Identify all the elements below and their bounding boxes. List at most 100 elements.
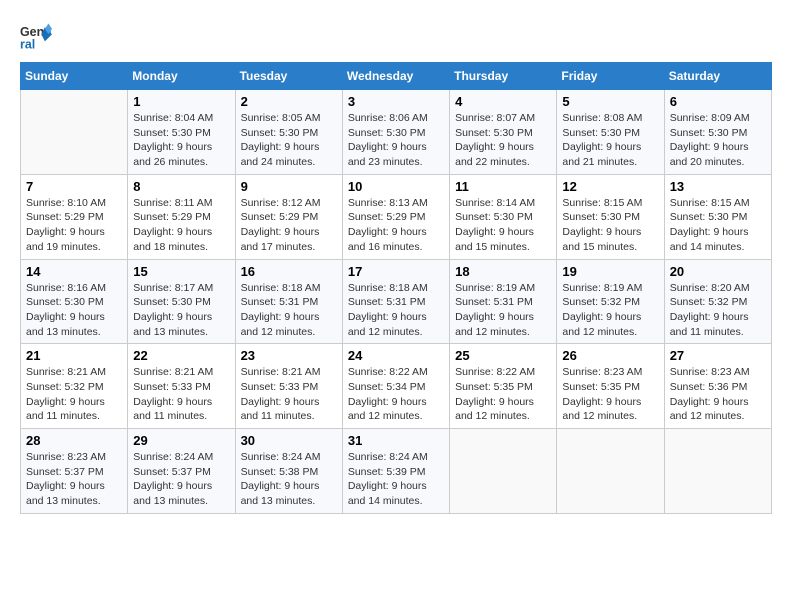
day-info: Sunrise: 8:14 AMSunset: 5:30 PMDaylight:… (455, 196, 551, 255)
calendar-cell (21, 90, 128, 175)
day-info: Sunrise: 8:07 AMSunset: 5:30 PMDaylight:… (455, 111, 551, 170)
calendar-cell: 28 Sunrise: 8:23 AMSunset: 5:37 PMDayligh… (21, 429, 128, 514)
day-info: Sunrise: 8:20 AMSunset: 5:32 PMDaylight:… (670, 281, 766, 340)
day-number: 28 (26, 433, 122, 448)
day-info: Sunrise: 8:21 AMSunset: 5:33 PMDaylight:… (241, 365, 337, 424)
day-info: Sunrise: 8:04 AMSunset: 5:30 PMDaylight:… (133, 111, 229, 170)
day-info: Sunrise: 8:23 AMSunset: 5:37 PMDaylight:… (26, 450, 122, 509)
calendar-cell: 2Sunrise: 8:05 AMSunset: 5:30 PMDaylight… (235, 90, 342, 175)
day-number: 16 (241, 264, 337, 279)
day-info: Sunrise: 8:09 AMSunset: 5:30 PMDaylight:… (670, 111, 766, 170)
day-number: 25 (455, 348, 551, 363)
day-info: Sunrise: 8:11 AMSunset: 5:29 PMDaylight:… (133, 196, 229, 255)
calendar-cell: 17 Sunrise: 8:18 AMSunset: 5:31 PMDayligh… (342, 259, 449, 344)
calendar-cell: 5Sunrise: 8:08 AMSunset: 5:30 PMDaylight… (557, 90, 664, 175)
day-number: 7 (26, 179, 122, 194)
calendar-cell: 14Sunrise: 8:16 AMSunset: 5:30 PMDayligh… (21, 259, 128, 344)
day-number: 31 (348, 433, 444, 448)
day-number: 21 (26, 348, 122, 363)
day-number: 14 (26, 264, 122, 279)
day-info: Sunrise: 8:21 AMSunset: 5:33 PMDaylight:… (133, 365, 229, 424)
day-info: Sunrise: 8:21 AMSunset: 5:32 PMDaylight:… (26, 365, 122, 424)
day-number: 17 (348, 264, 444, 279)
calendar-week-row: 28 Sunrise: 8:23 AMSunset: 5:37 PMDayligh… (21, 429, 772, 514)
day-number: 23 (241, 348, 337, 363)
day-number: 9 (241, 179, 337, 194)
calendar-cell: 24 Sunrise: 8:22 AMSunset: 5:34 PMDayligh… (342, 344, 449, 429)
weekday-header: Friday (557, 63, 664, 90)
weekday-header: Saturday (664, 63, 771, 90)
day-number: 8 (133, 179, 229, 194)
calendar-week-row: 21 Sunrise: 8:21 AMSunset: 5:32 PMDayligh… (21, 344, 772, 429)
day-number: 13 (670, 179, 766, 194)
calendar-cell: 12 Sunrise: 8:15 AMSunset: 5:30 PMDayligh… (557, 174, 664, 259)
calendar-week-row: 7 Sunrise: 8:10 AMSunset: 5:29 PMDaylight… (21, 174, 772, 259)
day-info: Sunrise: 8:22 AMSunset: 5:34 PMDaylight:… (348, 365, 444, 424)
day-info: Sunrise: 8:15 AMSunset: 5:30 PMDaylight:… (562, 196, 658, 255)
weekday-header: Tuesday (235, 63, 342, 90)
day-info: Sunrise: 8:19 AMSunset: 5:32 PMDaylight:… (562, 281, 658, 340)
weekday-header: Sunday (21, 63, 128, 90)
calendar-cell: 1Sunrise: 8:04 AMSunset: 5:30 PMDaylight… (128, 90, 235, 175)
day-number: 6 (670, 94, 766, 109)
calendar-cell: 18Sunrise: 8:19 AMSunset: 5:31 PMDayligh… (450, 259, 557, 344)
calendar-cell (450, 429, 557, 514)
calendar-cell: 22 Sunrise: 8:21 AMSunset: 5:33 PMDayligh… (128, 344, 235, 429)
day-number: 18 (455, 264, 551, 279)
calendar-cell (664, 429, 771, 514)
calendar-cell: 20Sunrise: 8:20 AMSunset: 5:32 PMDayligh… (664, 259, 771, 344)
day-info: Sunrise: 8:24 AMSunset: 5:37 PMDaylight:… (133, 450, 229, 509)
calendar-cell: 31 Sunrise: 8:24 AMSunset: 5:39 PMDayligh… (342, 429, 449, 514)
day-number: 4 (455, 94, 551, 109)
day-info: Sunrise: 8:24 AMSunset: 5:39 PMDaylight:… (348, 450, 444, 509)
day-number: 30 (241, 433, 337, 448)
day-info: Sunrise: 8:13 AMSunset: 5:29 PMDaylight:… (348, 196, 444, 255)
calendar-table: SundayMondayTuesdayWednesdayThursdayFrid… (20, 62, 772, 514)
svg-text:ral: ral (20, 37, 35, 51)
calendar-cell: 21 Sunrise: 8:21 AMSunset: 5:32 PMDayligh… (21, 344, 128, 429)
day-info: Sunrise: 8:24 AMSunset: 5:38 PMDaylight:… (241, 450, 337, 509)
day-info: Sunrise: 8:06 AMSunset: 5:30 PMDaylight:… (348, 111, 444, 170)
calendar-week-row: 14Sunrise: 8:16 AMSunset: 5:30 PMDayligh… (21, 259, 772, 344)
day-info: Sunrise: 8:08 AMSunset: 5:30 PMDaylight:… (562, 111, 658, 170)
calendar-cell: 19 Sunrise: 8:19 AMSunset: 5:32 PMDayligh… (557, 259, 664, 344)
day-number: 19 (562, 264, 658, 279)
day-number: 22 (133, 348, 229, 363)
weekday-header: Wednesday (342, 63, 449, 90)
day-info: Sunrise: 8:15 AMSunset: 5:30 PMDaylight:… (670, 196, 766, 255)
calendar-cell: 15 Sunrise: 8:17 AMSunset: 5:30 PMDayligh… (128, 259, 235, 344)
day-info: Sunrise: 8:18 AMSunset: 5:31 PMDaylight:… (348, 281, 444, 340)
day-info: Sunrise: 8:05 AMSunset: 5:30 PMDaylight:… (241, 111, 337, 170)
calendar-cell: 8 Sunrise: 8:11 AMSunset: 5:29 PMDaylight… (128, 174, 235, 259)
calendar-cell: 29 Sunrise: 8:24 AMSunset: 5:37 PMDayligh… (128, 429, 235, 514)
day-info: Sunrise: 8:18 AMSunset: 5:31 PMDaylight:… (241, 281, 337, 340)
calendar-cell: 30 Sunrise: 8:24 AMSunset: 5:38 PMDayligh… (235, 429, 342, 514)
day-number: 10 (348, 179, 444, 194)
day-number: 27 (670, 348, 766, 363)
day-info: Sunrise: 8:23 AMSunset: 5:35 PMDaylight:… (562, 365, 658, 424)
weekday-header: Monday (128, 63, 235, 90)
day-number: 15 (133, 264, 229, 279)
day-number: 3 (348, 94, 444, 109)
calendar-cell: 13 Sunrise: 8:15 AMSunset: 5:30 PMDayligh… (664, 174, 771, 259)
day-info: Sunrise: 8:12 AMSunset: 5:29 PMDaylight:… (241, 196, 337, 255)
calendar-cell: 6 Sunrise: 8:09 AMSunset: 5:30 PMDaylight… (664, 90, 771, 175)
calendar-cell: 23 Sunrise: 8:21 AMSunset: 5:33 PMDayligh… (235, 344, 342, 429)
weekday-header: Thursday (450, 63, 557, 90)
day-number: 26 (562, 348, 658, 363)
day-info: Sunrise: 8:23 AMSunset: 5:36 PMDaylight:… (670, 365, 766, 424)
day-info: Sunrise: 8:10 AMSunset: 5:29 PMDaylight:… (26, 196, 122, 255)
calendar-cell: 26 Sunrise: 8:23 AMSunset: 5:35 PMDayligh… (557, 344, 664, 429)
calendar-cell: 16 Sunrise: 8:18 AMSunset: 5:31 PMDayligh… (235, 259, 342, 344)
day-number: 11 (455, 179, 551, 194)
calendar-cell: 9 Sunrise: 8:12 AMSunset: 5:29 PMDaylight… (235, 174, 342, 259)
calendar-cell: 27 Sunrise: 8:23 AMSunset: 5:36 PMDayligh… (664, 344, 771, 429)
day-info: Sunrise: 8:17 AMSunset: 5:30 PMDaylight:… (133, 281, 229, 340)
day-info: Sunrise: 8:22 AMSunset: 5:35 PMDaylight:… (455, 365, 551, 424)
day-number: 24 (348, 348, 444, 363)
day-number: 12 (562, 179, 658, 194)
logo: Gene ral (20, 20, 56, 52)
calendar-cell: 10 Sunrise: 8:13 AMSunset: 5:29 PMDayligh… (342, 174, 449, 259)
page-header: Gene ral (20, 20, 772, 52)
day-number: 29 (133, 433, 229, 448)
